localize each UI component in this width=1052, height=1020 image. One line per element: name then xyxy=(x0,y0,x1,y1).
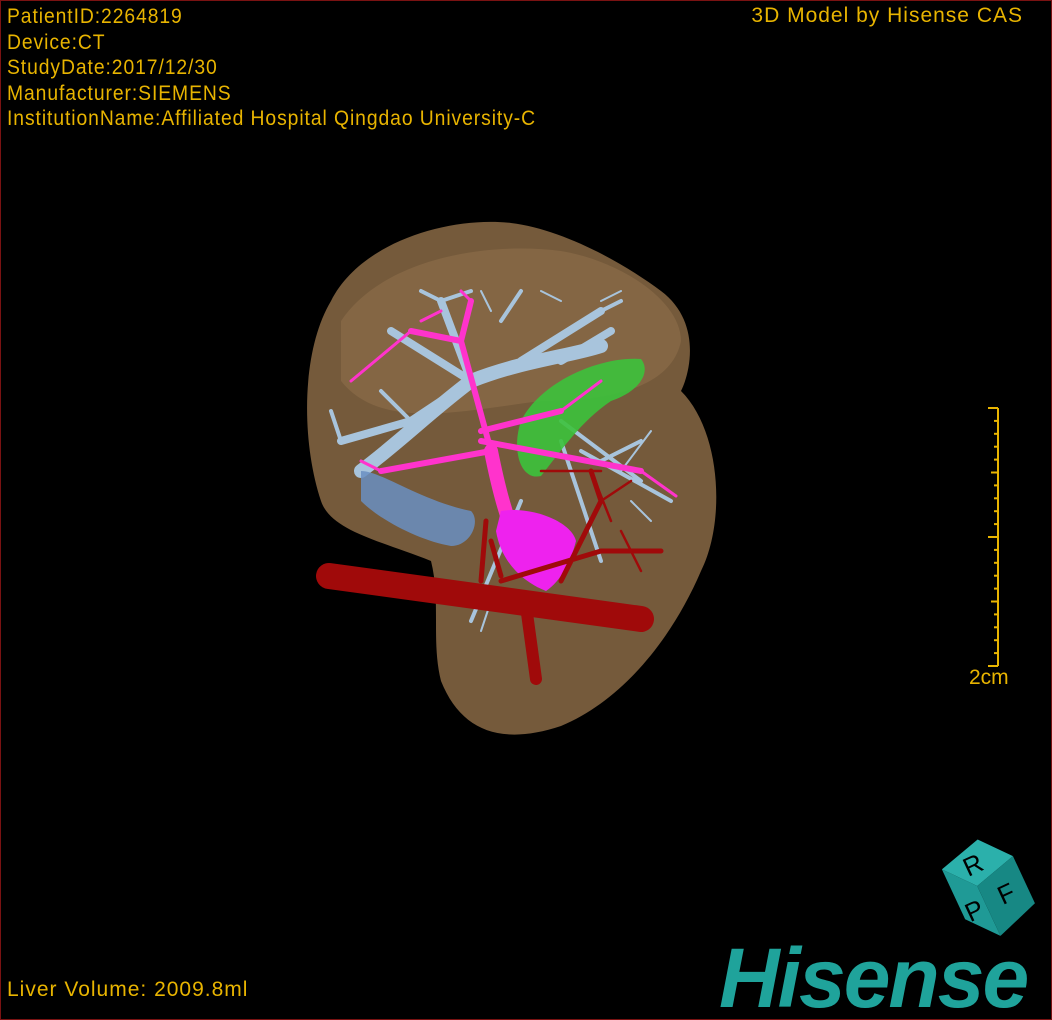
study-date: StudyDate:2017/12/30 xyxy=(7,56,218,79)
liver-3d-model[interactable]: R P F xyxy=(1,1,1051,1019)
manufacturer: Manufacturer:SIEMENS xyxy=(7,81,232,105)
hisense-logo: Hisense xyxy=(719,931,1029,1020)
patient-id: PatientID:2264819 xyxy=(7,5,183,28)
device: Device:CT xyxy=(7,30,106,54)
scale-bar-label: 2cm xyxy=(969,666,1009,689)
scale-bar xyxy=(988,407,999,667)
brand-caption: 3D Model by Hisense CAS xyxy=(751,4,1023,27)
liver-volume: Liver Volume: 2009.8ml xyxy=(7,978,249,1001)
3d-viewport[interactable]: R P F PatientID:2264819 Device:CT StudyD… xyxy=(0,0,1052,1020)
orientation-cube[interactable]: R P F xyxy=(937,829,1041,946)
dicom-info-overlay: PatientID:2264819 Device:CT StudyDate:20… xyxy=(7,4,536,132)
institution-name: InstitutionName:Affiliated Hospital Qing… xyxy=(7,107,537,130)
